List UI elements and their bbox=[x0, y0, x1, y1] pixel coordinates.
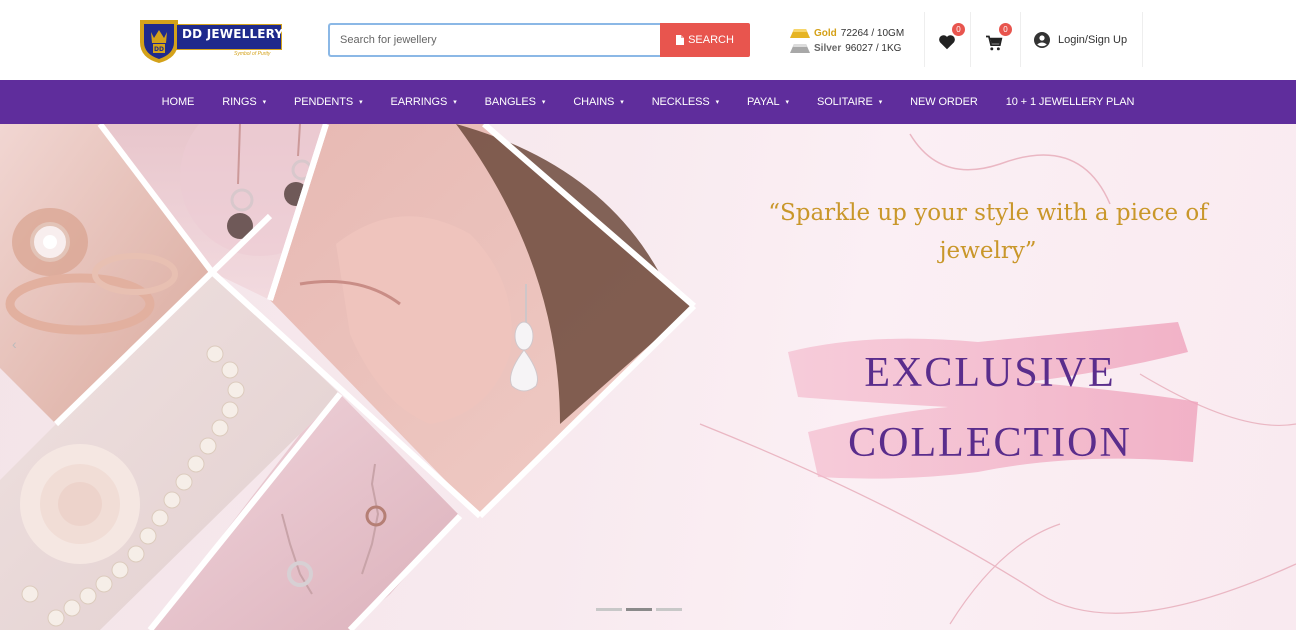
nav-item-label: PAYAL bbox=[747, 96, 780, 108]
user-circle-icon bbox=[1034, 32, 1050, 48]
header-divider bbox=[970, 12, 971, 67]
hero-quote: “Sparkle up your style with a piece of j… bbox=[738, 194, 1238, 270]
gold-value: 72264 / 10GM bbox=[840, 28, 905, 39]
nav-item-solitaire[interactable]: SOLITAIRE ▾ bbox=[803, 96, 896, 108]
search-button[interactable]: SEARCH bbox=[660, 23, 750, 57]
brand-name: DD JEWELLERY bbox=[176, 24, 283, 50]
wishlist-button[interactable]: 0 bbox=[936, 23, 965, 52]
silver-label: Silver bbox=[814, 43, 842, 54]
nav-item-neckless[interactable]: NECKLESS ▾ bbox=[638, 96, 733, 108]
nav-item-label: PENDENTS bbox=[294, 96, 354, 108]
caret-down-icon: ▾ bbox=[715, 99, 720, 106]
nav-item-label: HOME bbox=[161, 96, 195, 108]
silver-rate: Silver 96027 / 1KG bbox=[790, 41, 904, 56]
hero-headline-line-2: COLLECTION bbox=[848, 420, 1132, 466]
nav-item-label: RINGS bbox=[222, 96, 257, 108]
carousel-prev-arrow[interactable]: ‹ bbox=[12, 336, 17, 352]
nav-item-label: CHAINS bbox=[573, 96, 615, 108]
caret-down-icon: ▾ bbox=[878, 99, 883, 106]
cart-count-badge: 0 bbox=[999, 23, 1012, 36]
nav-item-10-1-jewellery-plan[interactable]: 10 + 1 JEWELLERY PLAN bbox=[992, 96, 1149, 108]
caret-down-icon: ▾ bbox=[262, 99, 267, 106]
hero-banner: “Sparkle up your style with a piece of j… bbox=[0, 124, 1296, 630]
login-label: Login/Sign Up bbox=[1058, 34, 1128, 46]
gold-rate: Gold 72264 / 10GM bbox=[790, 26, 904, 41]
cart-button[interactable]: 0 bbox=[983, 23, 1012, 52]
search-button-label: SEARCH bbox=[688, 34, 734, 46]
search-input[interactable] bbox=[328, 23, 660, 57]
main-nav: HOME RINGS ▾ PENDENTS ▾ EARRINGS ▾ BANGLES ▾ CHAI… bbox=[0, 80, 1296, 124]
nav-item-earrings[interactable]: EARRINGS ▾ bbox=[377, 96, 471, 108]
nav-item-new-order[interactable]: NEW ORDER bbox=[896, 96, 992, 108]
metal-rates: Gold 72264 / 10GM Silver 96027 / 1KG bbox=[790, 26, 904, 56]
caret-down-icon: ▾ bbox=[620, 99, 624, 106]
gold-label: Gold bbox=[814, 28, 837, 39]
wishlist-count-badge: 0 bbox=[952, 23, 965, 36]
caret-down-icon: ▾ bbox=[453, 99, 457, 106]
nav-item-chains[interactable]: CHAINS ▾ bbox=[559, 96, 637, 108]
heart-icon bbox=[939, 35, 955, 50]
nav-item-label: SOLITAIRE bbox=[816, 96, 873, 108]
silver-bar-icon bbox=[790, 44, 810, 53]
login-signup-link[interactable]: Login/Sign Up bbox=[1034, 32, 1127, 48]
hero-quote-line-1: “Sparkle up your style with a piece of bbox=[768, 200, 1208, 226]
carousel-indicators bbox=[596, 608, 682, 611]
nav-item-rings[interactable]: RINGS ▾ bbox=[208, 96, 280, 108]
carousel-dot[interactable] bbox=[626, 608, 652, 611]
nav-item-label: 10 + 1 JEWELLERY PLAN bbox=[1005, 96, 1135, 108]
nav-item-label: NECKLESS bbox=[651, 96, 710, 108]
nav-item-pendents[interactable]: PENDENTS ▾ bbox=[280, 96, 377, 108]
header-divider bbox=[1020, 12, 1021, 67]
nav-item-home[interactable]: HOME bbox=[148, 96, 209, 108]
hero-headline-line-1: EXCLUSIVE bbox=[864, 350, 1116, 396]
hero-quote-line-2: jewelry” bbox=[939, 238, 1037, 264]
caret-down-icon: ▾ bbox=[785, 99, 790, 106]
brand-logo[interactable]: DD DD JEWELLERY Symbol of Purity bbox=[138, 16, 284, 64]
brand-tagline: Symbol of Purity bbox=[234, 51, 271, 57]
site-header: DD DD JEWELLERY Symbol of Purity SEARCH … bbox=[0, 0, 1296, 80]
caret-down-icon: ▾ bbox=[359, 99, 363, 106]
file-icon bbox=[676, 35, 685, 45]
carousel-dot[interactable] bbox=[596, 608, 622, 611]
nav-item-label: EARRINGS bbox=[390, 96, 448, 108]
caret-down-icon: ▾ bbox=[541, 99, 546, 106]
silver-value: 96027 / 1KG bbox=[845, 43, 902, 54]
header-divider bbox=[924, 12, 925, 67]
gold-bar-icon bbox=[790, 29, 810, 38]
nav-item-label: NEW ORDER bbox=[910, 96, 978, 108]
header-divider bbox=[1142, 12, 1143, 67]
shield-logo-icon: DD bbox=[140, 20, 178, 63]
svg-text:DD: DD bbox=[154, 46, 164, 53]
nav-item-label: BANGLES bbox=[484, 96, 536, 108]
cart-icon bbox=[986, 35, 1003, 51]
nav-item-bangles[interactable]: BANGLES ▾ bbox=[471, 96, 560, 108]
carousel-dot[interactable] bbox=[656, 608, 682, 611]
nav-item-payal[interactable]: PAYAL ▾ bbox=[733, 96, 803, 108]
